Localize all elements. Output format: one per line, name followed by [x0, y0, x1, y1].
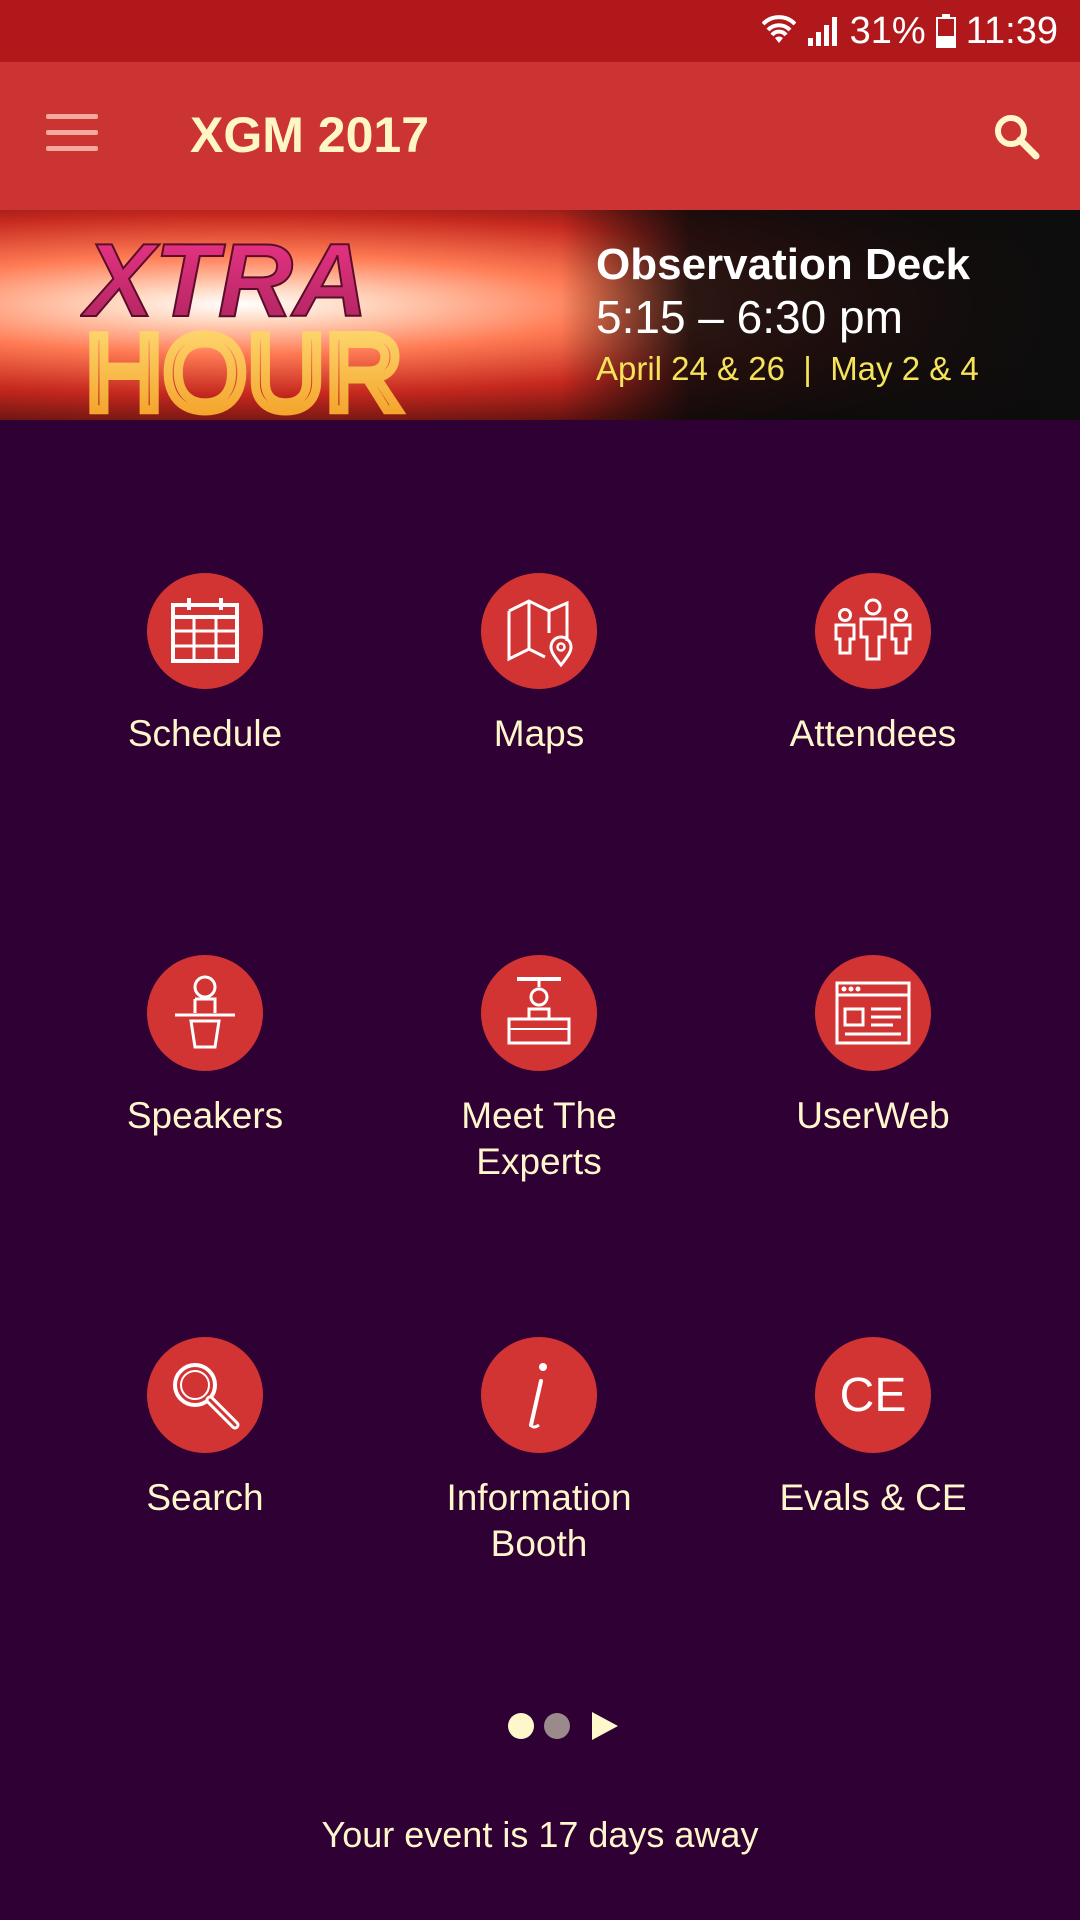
speaker-podium-icon	[175, 975, 235, 1049]
promo-banner[interactable]: XTRA HOUR Observation Deck 5:15 – 6:30 p…	[0, 210, 1080, 420]
page-dot-active[interactable]	[508, 1713, 534, 1739]
tile-userweb[interactable]: UserWeb	[706, 955, 1040, 1139]
logo-bottom-text: HOUR	[85, 312, 403, 418]
banner-title: Observation Deck	[596, 240, 971, 289]
tile-search[interactable]: Search	[38, 1337, 372, 1521]
xtra-hour-logo: XTRA HOUR	[80, 228, 408, 418]
wifi-icon	[761, 15, 796, 43]
ce-icon: CE	[839, 1368, 907, 1422]
banner-dates: April 24 & 26 | May 2 & 4	[596, 350, 979, 387]
clock: 11:39	[965, 9, 1058, 52]
app-title: XGM 2017	[190, 107, 430, 163]
tile-label: Schedule	[127, 713, 283, 754]
banner-time: 5:15 – 6:30 pm	[596, 291, 903, 343]
tile-label: UserWeb	[796, 1095, 950, 1136]
tile-meet-the-experts[interactable]: Meet The Experts	[372, 955, 706, 1185]
battery-percent: 31%	[849, 9, 926, 52]
browser-window-icon	[835, 981, 911, 1045]
battery-icon	[935, 14, 956, 48]
tile-label: Information Booth	[446, 1477, 632, 1564]
tile-attendees[interactable]: Attendees	[706, 573, 1040, 757]
attendees-icon	[834, 598, 912, 661]
tile-schedule[interactable]: Schedule	[38, 573, 372, 757]
page-dot[interactable]	[544, 1713, 570, 1739]
menu-icon[interactable]	[46, 114, 98, 158]
tile-label: Attendees	[789, 713, 957, 754]
search-icon[interactable]	[990, 110, 1042, 162]
page-indicator	[508, 1712, 618, 1740]
info-icon	[529, 1363, 547, 1429]
tile-label: Maps	[493, 713, 585, 754]
event-countdown: Your event is 17 days away	[321, 1814, 759, 1855]
map-icon	[507, 599, 573, 668]
tile-label: Evals & CE	[779, 1477, 967, 1518]
magnifier-icon	[173, 1363, 240, 1430]
tile-information-booth[interactable]: Information Booth	[372, 1337, 706, 1567]
tile-label: Meet The Experts	[461, 1095, 617, 1182]
tile-evals-ce[interactable]: CE Evals & CE	[706, 1337, 1040, 1521]
tile-label: Speakers	[126, 1095, 284, 1136]
app-bar: XGM 2017	[0, 62, 1080, 210]
expert-desk-icon	[507, 977, 571, 1045]
calendar-icon	[171, 598, 239, 663]
status-bar: 31% 11:39	[0, 0, 1080, 62]
tile-speakers[interactable]: Speakers	[38, 955, 372, 1139]
tile-maps[interactable]: Maps	[372, 573, 706, 757]
next-page-arrow-icon[interactable]	[592, 1712, 618, 1740]
tile-label: Search	[146, 1477, 264, 1518]
signal-icon	[807, 17, 837, 46]
